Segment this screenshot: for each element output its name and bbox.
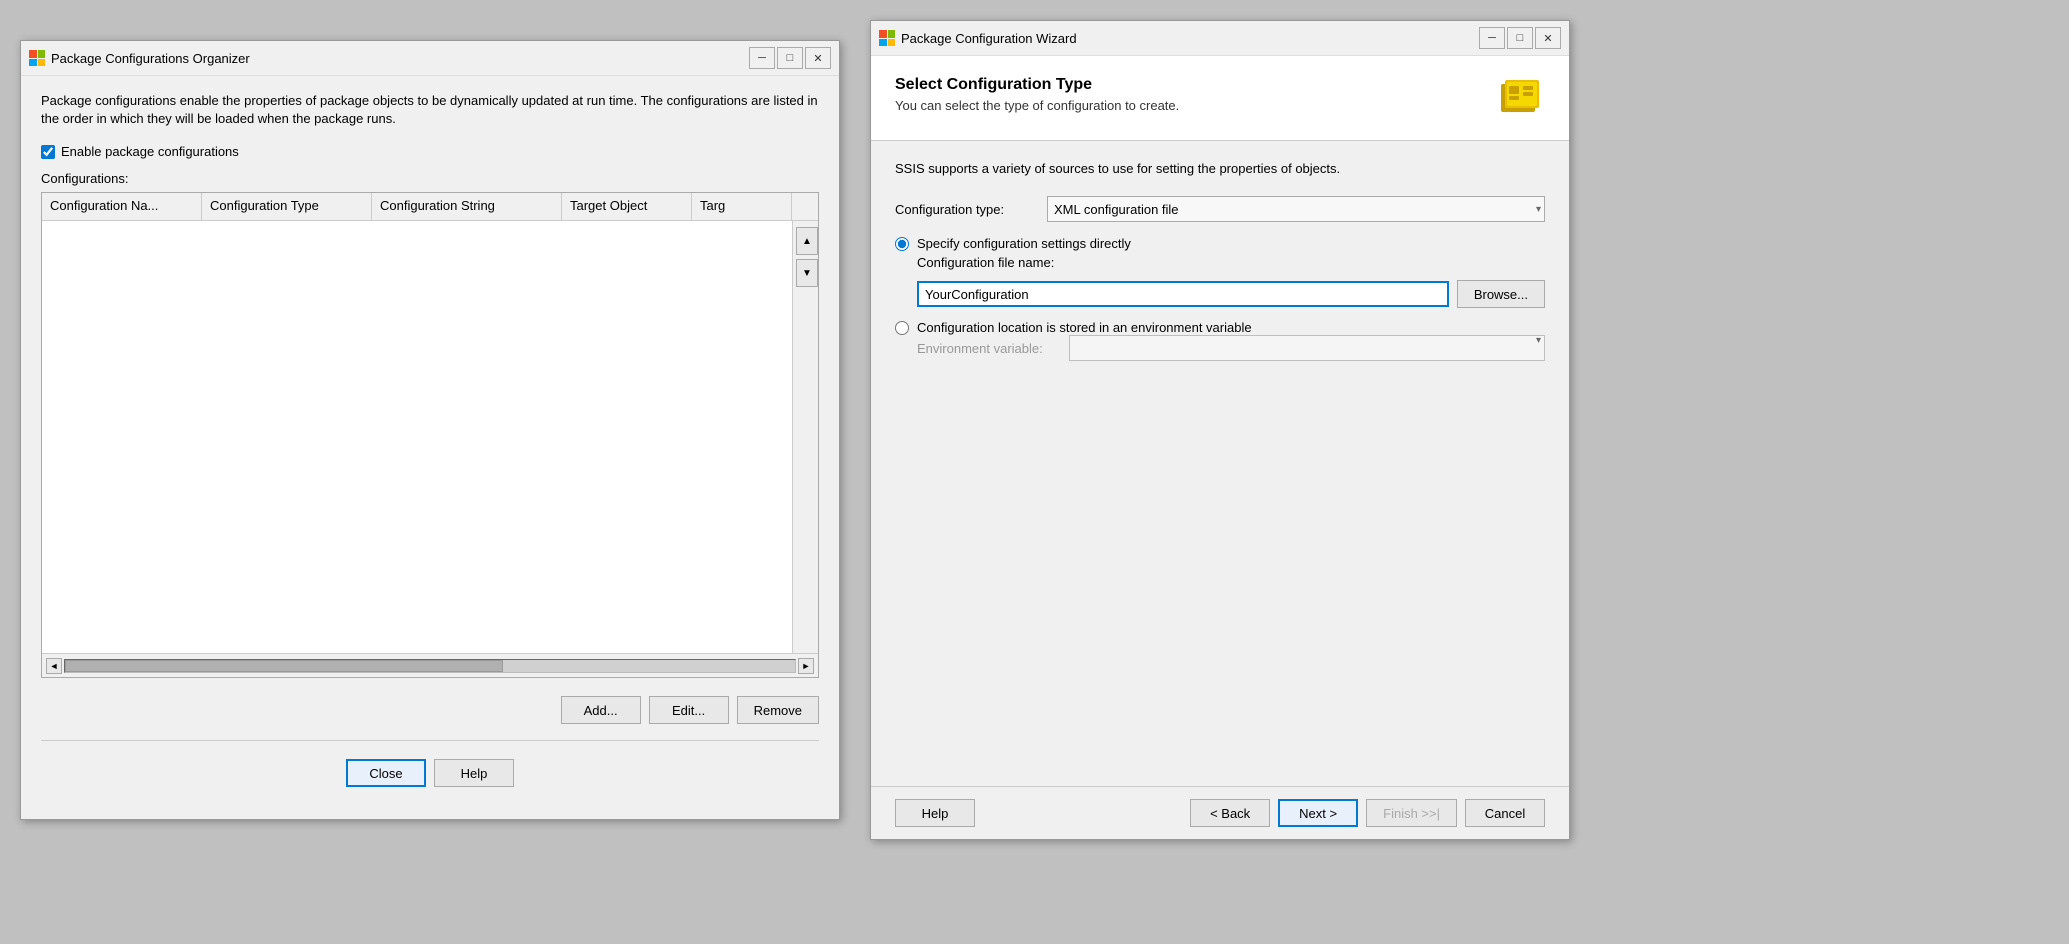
app-icon [29, 50, 45, 66]
scroll-thumb [65, 660, 503, 672]
left-close-button[interactable]: ✕ [805, 47, 831, 69]
radio-env-label: Configuration location is stored in an e… [917, 320, 1252, 335]
right-app-icon [879, 30, 895, 46]
edit-button[interactable]: Edit... [649, 696, 729, 724]
config-type-label: Configuration type: [895, 202, 1035, 217]
env-var-row: Environment variable: ▾ [917, 335, 1545, 361]
left-title-bar-left: Package Configurations Organizer [29, 50, 250, 66]
radio-direct-row: Specify configuration settings directly [895, 236, 1545, 251]
radio-env-row: Configuration location is stored in an e… [895, 320, 1545, 335]
bottom-buttons: Close Help [41, 749, 819, 803]
scroll-right-arrow[interactable]: ► [798, 658, 814, 674]
config-file-name-input[interactable] [917, 281, 1449, 307]
col-header-target: Targ [692, 193, 792, 220]
scroll-up-button[interactable]: ▲ [796, 227, 818, 255]
table-header: Configuration Na... Configuration Type C… [42, 193, 818, 221]
col-header-string: Configuration String [372, 193, 562, 220]
left-window: Package Configurations Organizer ─ □ ✕ P… [20, 40, 840, 820]
browse-button[interactable]: Browse... [1457, 280, 1545, 308]
wizard-header-text: Select Configuration Type You can select… [895, 76, 1179, 113]
add-button[interactable]: Add... [561, 696, 641, 724]
right-close-button[interactable]: ✕ [1535, 27, 1561, 49]
enable-package-configurations-label: Enable package configurations [61, 144, 239, 159]
left-title-bar: Package Configurations Organizer ─ □ ✕ [21, 41, 839, 76]
right-minimize-button[interactable]: ─ [1479, 27, 1505, 49]
config-type-row: Configuration type: XML configuration fi… [895, 196, 1545, 222]
env-variable-label: Environment variable: [917, 341, 1057, 356]
radio-direct-subform: Configuration file name: Browse... [917, 255, 1545, 308]
bottom-divider [41, 740, 819, 741]
table-wrapper: Configuration Na... Configuration Type C… [42, 193, 818, 653]
table-body [42, 221, 818, 653]
help-button-left[interactable]: Help [434, 759, 514, 787]
left-window-title: Package Configurations Organizer [51, 51, 250, 66]
radio-section: Specify configuration settings directly … [895, 236, 1545, 361]
back-button[interactable]: < Back [1190, 799, 1270, 827]
left-maximize-button[interactable]: □ [777, 47, 803, 69]
wizard-description: SSIS supports a variety of sources to us… [895, 161, 1545, 176]
enable-checkbox-row: Enable package configurations [41, 144, 819, 159]
next-button[interactable]: Next > [1278, 799, 1358, 827]
table-scroll-buttons: ▲ ▼ [792, 221, 818, 653]
help-button-wizard[interactable]: Help [895, 799, 975, 827]
config-type-select-wrapper: XML configuration file Environment varia… [1047, 196, 1545, 222]
col-header-name: Configuration Na... [42, 193, 202, 220]
configurations-label: Configurations: [41, 171, 819, 186]
right-window-controls: ─ □ ✕ [1479, 27, 1561, 49]
col-header-object: Target Object [562, 193, 692, 220]
wizard-body: SSIS supports a variety of sources to us… [871, 141, 1569, 786]
left-description: Package configurations enable the proper… [41, 92, 819, 128]
cancel-button[interactable]: Cancel [1465, 799, 1545, 827]
scroll-down-button[interactable]: ▼ [796, 259, 818, 287]
left-window-controls: ─ □ ✕ [749, 47, 831, 69]
wizard-footer: Help < Back Next > Finish >>| Cancel [871, 786, 1569, 839]
scroll-track [64, 659, 796, 673]
left-window-content: Package configurations enable the proper… [21, 76, 839, 819]
config-type-select[interactable]: XML configuration file Environment varia… [1047, 196, 1545, 222]
right-window: Package Configuration Wizard ─ □ ✕ Selec… [870, 20, 1570, 840]
radio-env-input[interactable] [895, 321, 909, 335]
right-window-title: Package Configuration Wizard [901, 31, 1077, 46]
radio-env-container: Configuration location is stored in an e… [895, 320, 1545, 361]
col-header-type: Configuration Type [202, 193, 372, 220]
right-maximize-button[interactable]: □ [1507, 27, 1533, 49]
right-title-bar: Package Configuration Wizard ─ □ ✕ [871, 21, 1569, 56]
radio-direct-container: Specify configuration settings directly … [895, 236, 1545, 308]
env-variable-select [1069, 335, 1545, 361]
close-button[interactable]: Close [346, 759, 426, 787]
remove-button[interactable]: Remove [737, 696, 819, 724]
right-title-bar-left: Package Configuration Wizard [879, 30, 1077, 46]
action-buttons: Add... Edit... Remove [41, 688, 819, 732]
scroll-left-arrow[interactable]: ◄ [46, 658, 62, 674]
configurations-table-container: Configuration Na... Configuration Type C… [41, 192, 819, 678]
radio-direct-label: Specify configuration settings directly [917, 236, 1131, 251]
left-minimize-button[interactable]: ─ [749, 47, 775, 69]
config-file-name-label: Configuration file name: [917, 255, 1545, 270]
ssis-wizard-icon [1497, 76, 1545, 124]
enable-package-configurations-checkbox[interactable] [41, 145, 55, 159]
horizontal-scrollbar[interactable]: ◄ ► [42, 653, 818, 677]
radio-direct-input[interactable] [895, 237, 909, 251]
wizard-header-title: Select Configuration Type [895, 76, 1179, 94]
finish-button: Finish >>| [1366, 799, 1457, 827]
wizard-header-subtitle: You can select the type of configuration… [895, 98, 1179, 113]
env-select-wrapper: ▾ [1069, 335, 1545, 361]
file-input-row: Browse... [917, 280, 1545, 308]
wizard-header: Select Configuration Type You can select… [871, 56, 1569, 141]
